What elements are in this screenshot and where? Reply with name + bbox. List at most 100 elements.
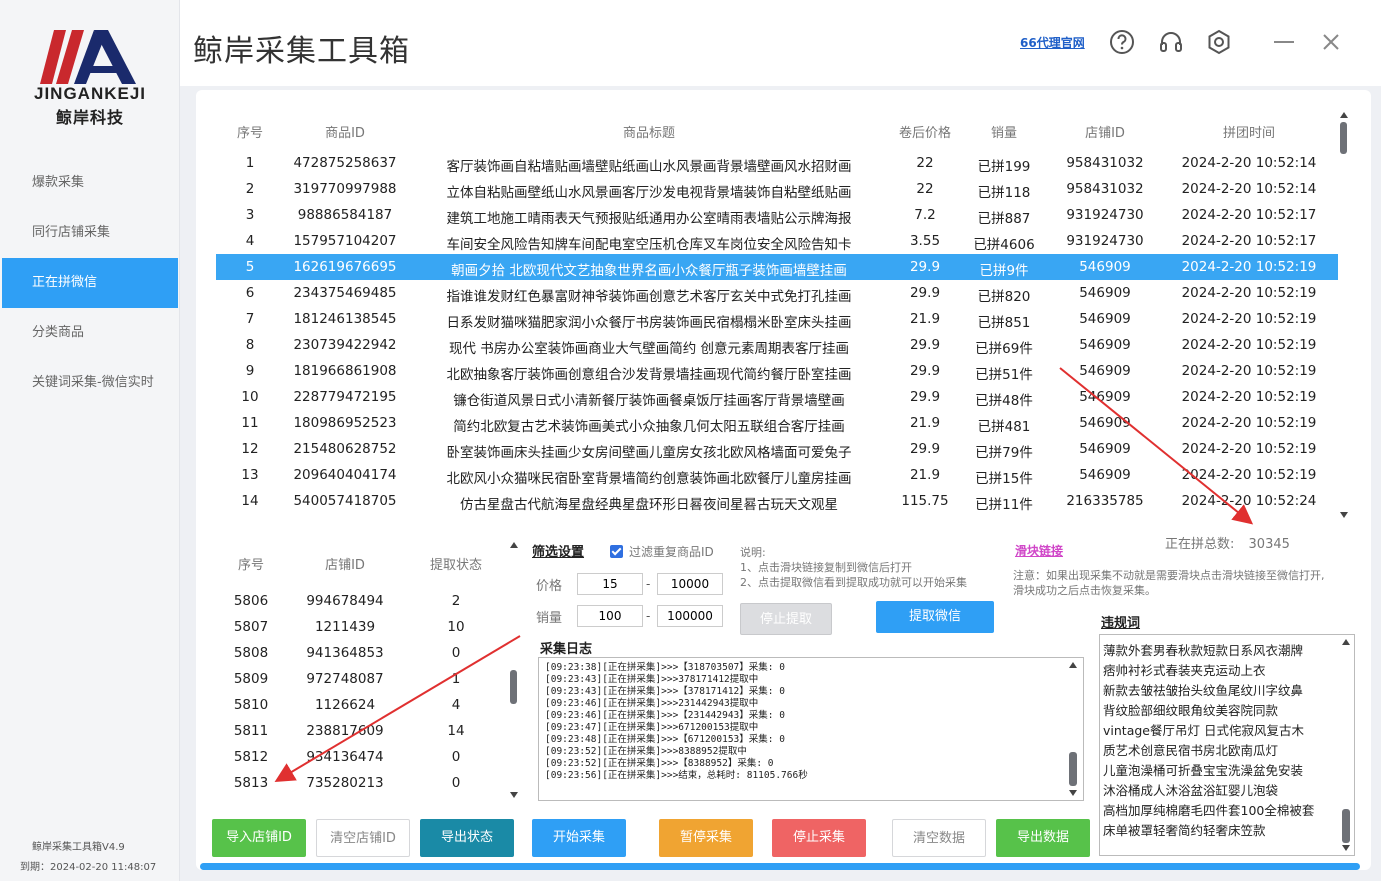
scroll-down-icon[interactable] (510, 792, 518, 798)
cell-index: 5813 (233, 775, 269, 791)
slider-link[interactable]: 滑块链接 (1015, 542, 1063, 559)
scroll-up-icon[interactable] (510, 542, 518, 548)
log-line: [09:23:47][正在拼采集]>>>671200153提取中 (545, 722, 759, 733)
table-row[interactable]: 11 180986952523 简约北欧复古艺术装饰画美式小众抽象几何太阳五联组合客… (216, 410, 1338, 436)
product-table-scrollbar[interactable] (1338, 112, 1350, 518)
cell-product-id: 162619676695 (293, 259, 397, 275)
log-panel[interactable]: [09:23:38][正在拼采集]>>>【318703507】采集: 0 [09… (538, 657, 1084, 801)
scroll-thumb[interactable] (1342, 809, 1350, 843)
cell-index: 5808 (233, 645, 269, 661)
sales-max-input[interactable] (657, 605, 723, 627)
scroll-up-icon[interactable] (1069, 662, 1077, 668)
cell-price: 21.9 (909, 415, 941, 431)
stop-extract-button[interactable]: 停止提取 (740, 603, 832, 635)
scroll-thumb[interactable] (1340, 122, 1347, 154)
table-row[interactable]: 2 319770997988 立体自粘贴画壁纸山水风景画客厅沙发电视背景墙装饰自粘壁… (216, 176, 1338, 202)
logo: JINGANKEJI 鲸岸科技 (20, 18, 160, 128)
scroll-up-icon[interactable] (1342, 639, 1350, 645)
sidebar-item-hot-collect[interactable]: 爆款采集 (2, 158, 178, 208)
scroll-down-icon[interactable] (1069, 790, 1077, 796)
clear-shop-button[interactable]: 清空店铺ID (316, 819, 410, 857)
table-row[interactable]: 12 215480628752 卧室装饰画床头挂画少女房间壁画儿童房女孩北欧风格墙面… (216, 436, 1338, 462)
violation-panel[interactable]: 薄款外套男春秋款短款日系风衣潮牌 痞帅衬衫式春装夹克运动上衣 新款去皱祛皱抬头纹… (1099, 634, 1355, 856)
cell-sales: 已拼118 (977, 185, 1031, 201)
cell-shop-id: 735280213 (306, 775, 384, 791)
table-row[interactable]: 5813 735280213 0 (216, 770, 516, 796)
table-row[interactable]: 7 181246138545 日系发财猫咪猫肥家润小众餐厅书房装饰画民宿榻榻米卧室床… (216, 306, 1338, 332)
cell-title: 北欧抽象客厅装饰画创意组合沙发背景墙挂画现代简约餐厅卧室挂画 (446, 367, 852, 383)
table-row[interactable]: 5812 934136474 0 (216, 744, 516, 770)
scroll-thumb[interactable] (510, 670, 517, 704)
table-row[interactable]: 5810 1126624 4 (216, 692, 516, 718)
proxy-link[interactable]: 66代理官网 (1020, 34, 1085, 51)
sidebar-item-keyword-wechat[interactable]: 关键词采集-微信实时 (2, 358, 178, 408)
notice-line1: 注意：如果出现采集不动就是需要滑块点击滑块链接至微信打开, (1013, 569, 1325, 582)
clear-data-button[interactable]: 清空数据 (892, 819, 986, 857)
checkbox-checked-icon[interactable] (610, 545, 623, 558)
table-row[interactable]: 8 230739422942 现代 书房办公室装饰画商业大气壁画简约 创意元素周期表… (216, 332, 1338, 358)
cell-shop-id: 941364853 (306, 645, 384, 661)
log-line: [09:23:43][正在拼采集]>>>378171412提取中 (545, 674, 759, 685)
stop-collect-button[interactable]: 停止采集 (772, 819, 866, 857)
scroll-thumb[interactable] (1069, 752, 1077, 786)
table-row-selected[interactable]: 5 162619676695 朝画夕拾 北欧现代文艺抽象世界名画小众餐厅瓶子装饰画墙… (216, 254, 1338, 280)
cell-sales: 已拼51件 (975, 367, 1033, 383)
close-icon[interactable] (1317, 28, 1345, 56)
table-row[interactable]: 9 181966861908 北欧抽象客厅装饰画创意组合沙发背景墙挂画现代简约餐厅卧… (216, 358, 1338, 384)
table-row[interactable]: 1 472875258637 客厅装饰画自粘墙贴画墙壁贴纸画山水风景画背景墙壁画风水… (216, 150, 1338, 176)
start-collect-button[interactable]: 开始采集 (532, 819, 626, 857)
cell-sales: 已拼851 (977, 315, 1031, 331)
log-line: [09:23:56][正在拼采集]>>>结束，总耗时: 81105.766秒 (545, 770, 808, 781)
table-row[interactable]: 5811 238817609 14 (216, 718, 516, 744)
violation-line: 新款去皱祛皱抬头纹鱼尾纹川字纹鼻 (1103, 683, 1304, 698)
sales-min-input[interactable] (577, 605, 643, 627)
table-row[interactable]: 5807 1211439 10 (216, 614, 516, 640)
col-index: 序号 (237, 558, 264, 573)
table-row[interactable]: 5809 972748087 1 (216, 666, 516, 692)
cell-sales: 已拼887 (977, 211, 1031, 227)
cell-sales: 已拼69件 (975, 341, 1033, 357)
scroll-down-icon[interactable] (1340, 512, 1348, 518)
table-row[interactable]: 6 234375469485 指谁谁发财红色暴富财神爷装饰画创意艺术客厅玄关中式免打… (216, 280, 1338, 306)
sidebar-item-wechat-group[interactable]: 正在拼微信 (2, 258, 178, 308)
headset-icon[interactable] (1157, 28, 1185, 56)
violation-title: 违规词 (1101, 616, 1141, 631)
extract-wechat-button[interactable]: 提取微信 (876, 601, 994, 633)
table-row[interactable]: 14 540057418705 仿古星盘古代航海星盘经典星盘环形日晷夜间星晷古玩天文… (216, 488, 1338, 514)
cell-time: 2024-2-20 10:52:19 (1181, 415, 1317, 431)
cell-price: 29.9 (909, 285, 941, 301)
violation-scrollbar[interactable] (1340, 639, 1352, 851)
scroll-down-icon[interactable] (1342, 845, 1350, 851)
price-min-input[interactable] (577, 573, 643, 595)
export-data-button[interactable]: 导出数据 (996, 819, 1090, 857)
shop-table-scrollbar[interactable] (508, 542, 520, 798)
shop-table: 5806 994678494 2 5807 1211439 10 5808 9413648… (216, 588, 516, 796)
cell-time: 2024-2-20 10:52:14 (1181, 155, 1317, 171)
header: 鲸岸采集工具箱 66代理官网 (180, 0, 1381, 86)
cell-state: 0 (451, 775, 461, 791)
log-scrollbar[interactable] (1067, 662, 1079, 796)
violation-line: 沐浴桶成人沐浴盆浴缸婴儿泡袋 (1103, 783, 1279, 798)
sidebar-item-peer-shop-collect[interactable]: 同行店铺采集 (2, 208, 178, 258)
table-row[interactable]: 13 209640404174 北欧风小众猫咪民宿卧室背景墙简约创意装饰画北欧餐厅儿… (216, 462, 1338, 488)
price-max-input[interactable] (657, 573, 723, 595)
table-row[interactable]: 5806 994678494 2 (216, 588, 516, 614)
page-title: 鲸岸采集工具箱 (193, 34, 410, 69)
cell-shop-id: 546909 (1079, 259, 1131, 275)
pause-collect-button[interactable]: 暂停采集 (659, 819, 753, 857)
table-row[interactable]: 10 228779472195 镰仓街道风景日式小清新餐厅装饰画餐桌饭厅挂画客厅背景… (216, 384, 1338, 410)
table-row[interactable]: 4 157957104207 车间安全风险告知牌车间配电室空压机仓库叉车岗位安全风险… (216, 228, 1338, 254)
dedupe-checkbox[interactable]: 过滤重复商品ID (610, 543, 714, 560)
sidebar-item-category[interactable]: 分类商品 (2, 308, 178, 358)
cell-shop-id: 216335785 (1066, 493, 1144, 509)
settings-icon[interactable] (1205, 28, 1233, 56)
export-state-button[interactable]: 导出状态 (420, 819, 514, 857)
violation-line: 质艺术创意民宿书房北欧南瓜灯 (1103, 743, 1279, 758)
scroll-up-icon[interactable] (1340, 112, 1348, 118)
table-row[interactable]: 5808 941364853 0 (216, 640, 516, 666)
cell-time: 2024-2-20 10:52:19 (1181, 259, 1317, 275)
import-shop-button[interactable]: 导入店铺ID (212, 819, 306, 857)
help-icon[interactable] (1108, 28, 1136, 56)
minimize-icon[interactable] (1270, 28, 1298, 56)
table-row[interactable]: 3 98886584187 建筑工地施工晴雨表天气预报贴纸通用办公室晴雨表墙贴公示牌… (216, 202, 1338, 228)
